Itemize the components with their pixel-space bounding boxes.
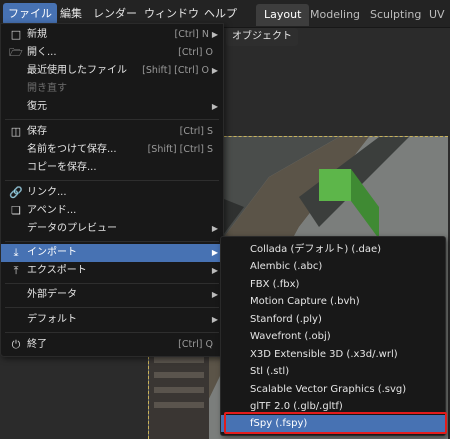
import-item-svg[interactable]: Scalable Vector Graphics (.svg) — [221, 381, 445, 398]
import-item-wavefront[interactable]: Wavefront (.obj) — [221, 328, 445, 345]
menu-separator — [5, 307, 219, 308]
menu-item-import[interactable]: ⤓ インポート ▶ — [1, 244, 223, 262]
file-menu-dropdown: □ 新規 [Ctrl] N ▶ 🗁 開く... [Ctrl] O 最近使用したフ… — [0, 23, 224, 357]
menu-item-open-recent[interactable]: 最近使用したファイル [Shift] [Ctrl] O ▶ — [1, 62, 223, 80]
import-item-fbx[interactable]: FBX (.fbx) — [221, 276, 445, 293]
import-item-stanford[interactable]: Stanford (.ply) — [221, 311, 445, 328]
menu-item-open[interactable]: 🗁 開く... [Ctrl] O — [1, 44, 223, 62]
submenu-arrow-icon: ▶ — [211, 102, 218, 111]
import-item-x3d[interactable]: X3D Extensible 3D (.x3d/.wrl) — [221, 346, 445, 363]
menu-item-link[interactable]: 🔗 リンク... — [1, 184, 223, 202]
import-item-alembic[interactable]: Alembic (.abc) — [221, 258, 445, 275]
highlight-annotation-box — [224, 412, 447, 434]
submenu-arrow-icon: ▶ — [211, 224, 218, 233]
menu-file[interactable]: ファイル — [3, 3, 57, 25]
object-menu-button[interactable]: オブジェクト — [226, 28, 298, 46]
new-file-icon: □ — [10, 28, 22, 41]
export-icon: ⤒ — [13, 264, 19, 277]
tab-modeling[interactable]: Modeling — [302, 4, 368, 26]
import-icon: ⤓ — [13, 246, 19, 259]
menu-item-revert: 開き直す — [27, 83, 67, 94]
power-icon: ⏻ — [11, 338, 21, 351]
submenu-arrow-icon: ▶ — [211, 266, 218, 275]
append-icon: ❏ — [11, 204, 21, 217]
menu-item-save[interactable]: ◫ 保存 [Ctrl] S — [1, 123, 223, 141]
submenu-arrow-icon: ▶ — [211, 290, 218, 299]
menu-separator — [5, 119, 219, 120]
menu-item-defaults[interactable]: デフォルト ▶ — [1, 311, 223, 329]
menu-separator — [5, 180, 219, 181]
import-submenu: Collada (デフォルト) (.dae) Alembic (.abc) FB… — [220, 236, 446, 436]
menu-item-recover[interactable]: 復元 ▶ — [1, 98, 223, 116]
menu-separator — [5, 283, 219, 284]
menu-render[interactable]: レンダー — [93, 3, 137, 25]
import-item-collada[interactable]: Collada (デフォルト) (.dae) — [221, 241, 445, 258]
import-item-stl[interactable]: Stl (.stl) — [221, 363, 445, 380]
menu-separator — [5, 241, 219, 242]
save-icon: ◫ — [10, 125, 22, 138]
menu-item-save-as[interactable]: 名前をつけて保存... [Shift] [Ctrl] S — [1, 141, 223, 159]
menu-item-quit[interactable]: ⏻ 終了 [Ctrl] Q — [1, 336, 223, 354]
tab-uv-editing[interactable]: UV Ec — [421, 4, 450, 43]
menu-item-export[interactable]: ⤒ エクスポート ▶ — [1, 262, 223, 280]
menu-item-append[interactable]: ❏ アペンド... — [1, 202, 223, 220]
submenu-arrow-icon: ▶ — [211, 248, 218, 257]
submenu-arrow-icon: ▶ — [211, 315, 218, 324]
menu-separator — [5, 332, 219, 333]
menu-item-save-copy[interactable]: コピーを保存... — [1, 159, 223, 177]
submenu-arrow-icon: ▶ — [211, 30, 218, 39]
folder-icon: 🗁 — [9, 46, 23, 59]
menu-item-data-previews[interactable]: データのプレビュー ▶ — [1, 220, 223, 238]
import-item-motion-capture[interactable]: Motion Capture (.bvh) — [221, 293, 445, 310]
menu-window[interactable]: ウィンドウ — [144, 3, 199, 25]
menu-item-external-data[interactable]: 外部データ ▶ — [1, 286, 223, 304]
submenu-arrow-icon: ▶ — [211, 66, 218, 75]
menu-edit[interactable]: 編集 — [60, 3, 82, 25]
tab-sculpting[interactable]: Sculpting — [362, 4, 429, 26]
menu-help[interactable]: ヘルプ — [204, 3, 237, 25]
link-icon: 🔗 — [9, 186, 23, 199]
menu-item-new[interactable]: □ 新規 [Ctrl] N ▶ — [1, 26, 223, 44]
